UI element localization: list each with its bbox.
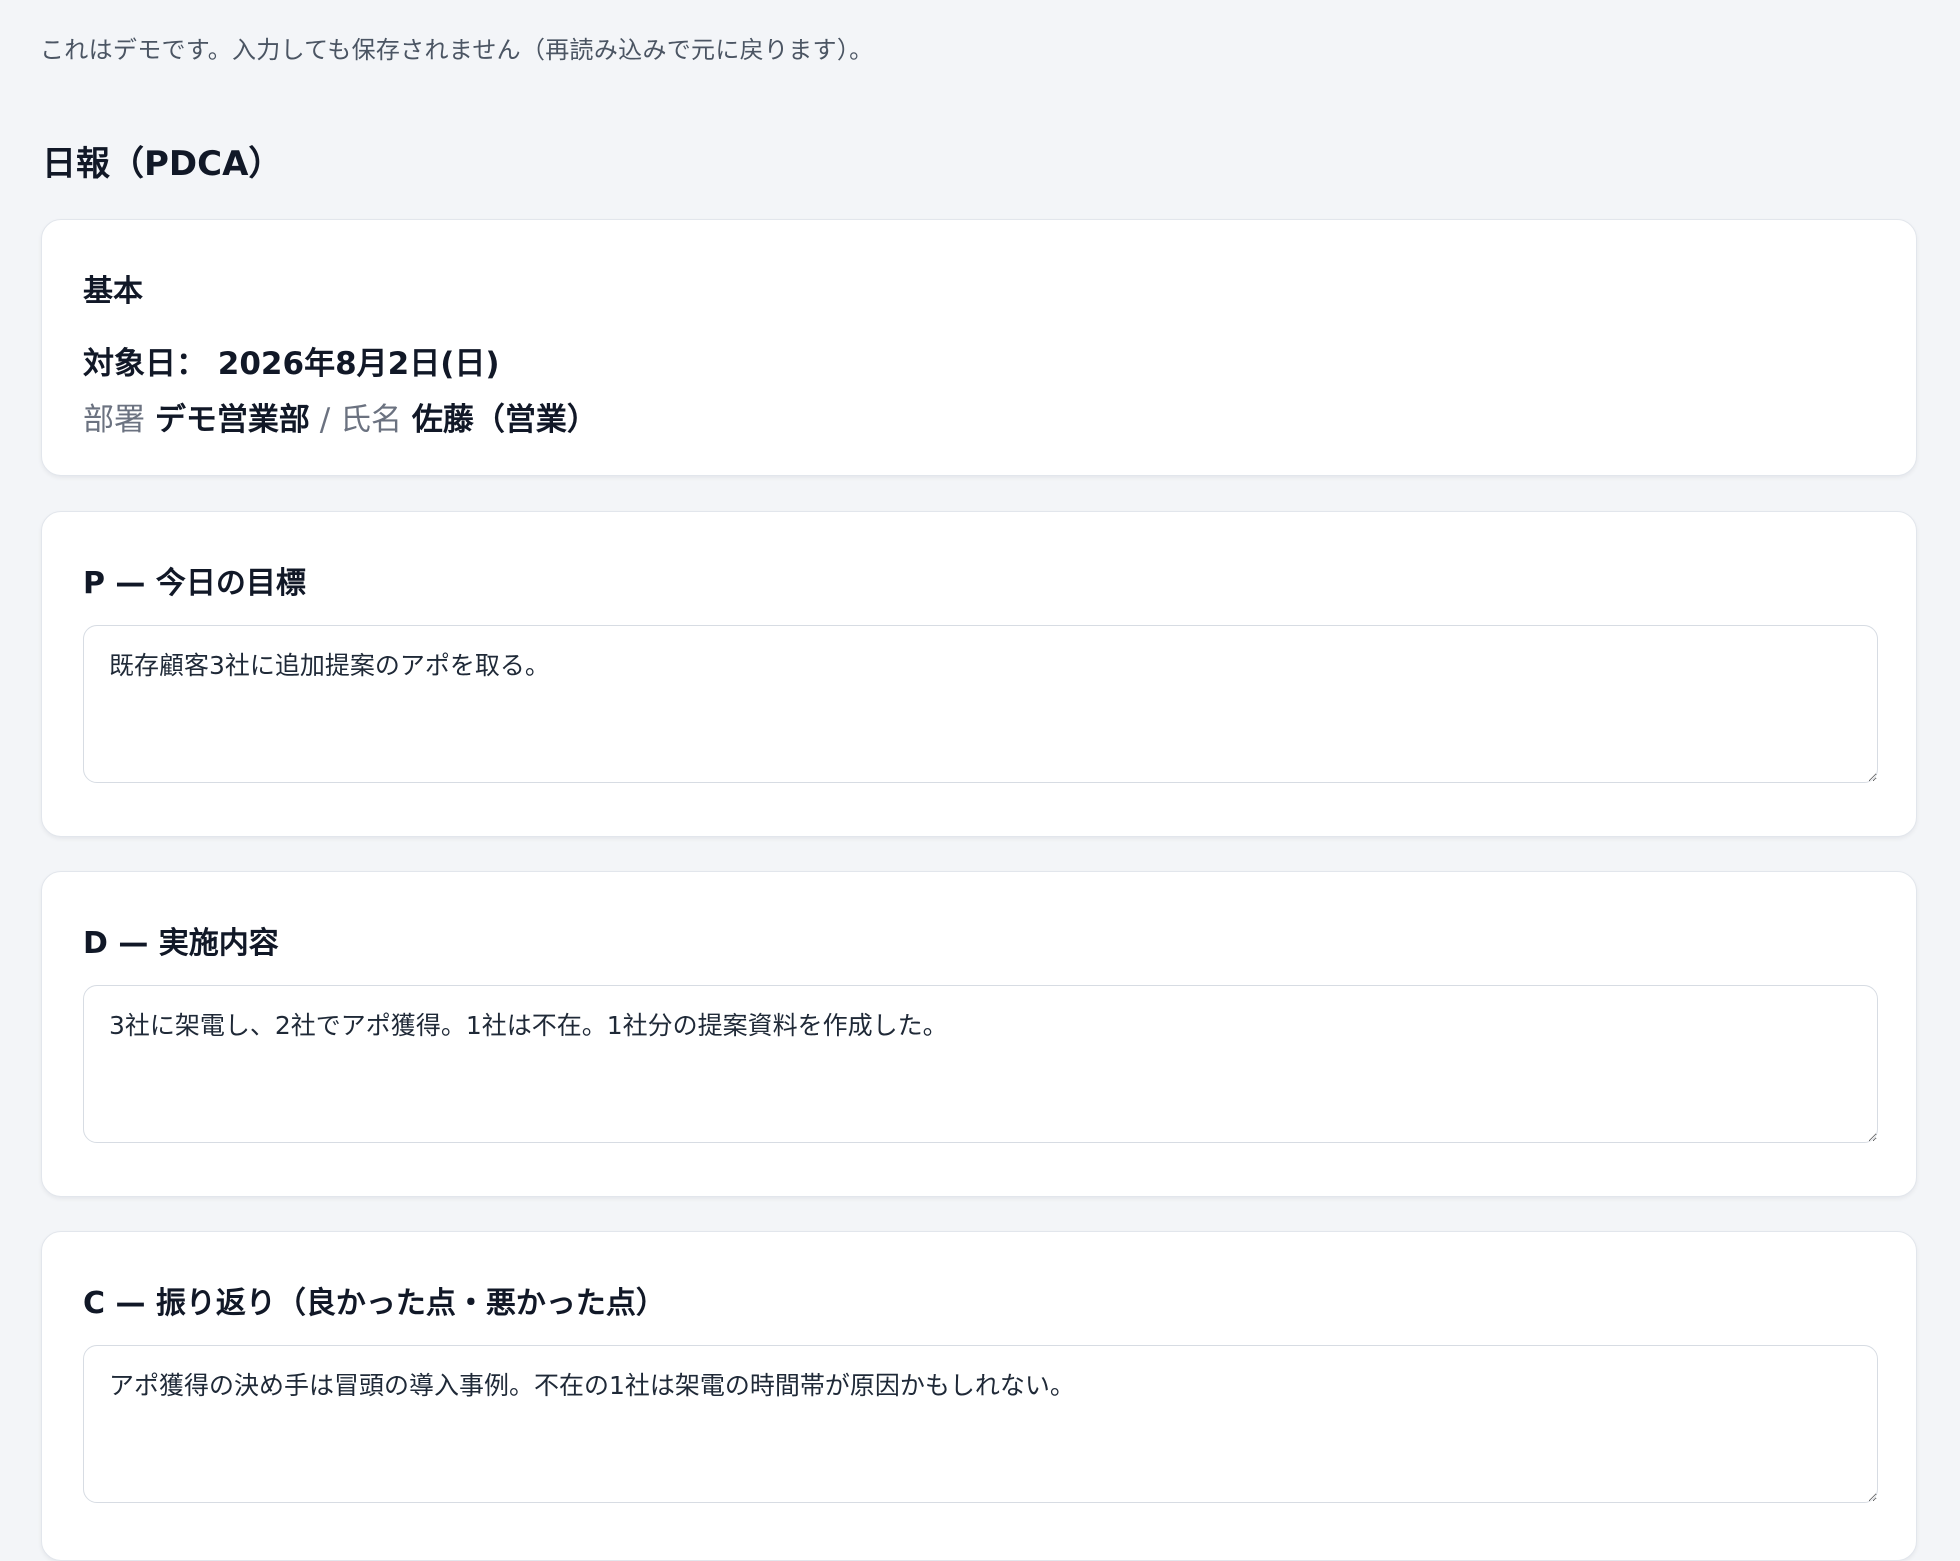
target-date-line: 対象日： 2026年8月2日(日): [83, 338, 500, 383]
plan-textarea[interactable]: 既存顧客3社に追加提案のアポを取る。: [83, 625, 1878, 783]
check-textarea[interactable]: アポ獲得の決め手は冒頭の導入事例。不在の1社は架電の時間帯が原因かもしれない。: [83, 1345, 1878, 1503]
plan-card: P — 今日の目標 既存顧客3社に追加提案のアポを取る。: [41, 511, 1917, 837]
name-value: 佐藤（営業）: [411, 402, 598, 438]
department-name-line: 部署 デモ営業部 / 氏名 佐藤（営業）: [83, 394, 598, 439]
check-title: C — 振り返り（良かった点・悪かった点）: [83, 1286, 666, 1321]
name-label: 氏名: [340, 402, 403, 438]
do-textarea[interactable]: 3社に架電し、2社でアポ獲得。1社は不在。1社分の提案資料を作成した。: [83, 985, 1878, 1143]
target-date-value: 2026年8月2日(日): [217, 346, 500, 382]
plan-title: P — 今日の目標: [83, 566, 306, 601]
do-card: D — 実施内容 3社に架電し、2社でアポ獲得。1社は不在。1社分の提案資料を作…: [41, 871, 1917, 1197]
basic-card-title: 基本: [83, 274, 143, 309]
demo-notice: これはデモです。入力しても保存されません（再読み込みで元に戻ります）。: [40, 36, 874, 64]
department-value: デモ営業部: [154, 402, 310, 438]
department-label: 部署: [83, 402, 145, 438]
page-title: 日報（PDCA）: [42, 144, 283, 184]
target-date-label: 対象日：: [83, 346, 207, 382]
do-title: D — 実施内容: [83, 926, 279, 961]
check-card: C — 振り返り（良かった点・悪かった点） アポ獲得の決め手は冒頭の導入事例。不…: [41, 1231, 1917, 1561]
basic-info-card: 基本 対象日： 2026年8月2日(日) 部署 デモ営業部 / 氏名 佐藤（営業…: [41, 219, 1917, 476]
meta-separator: /: [319, 402, 331, 438]
